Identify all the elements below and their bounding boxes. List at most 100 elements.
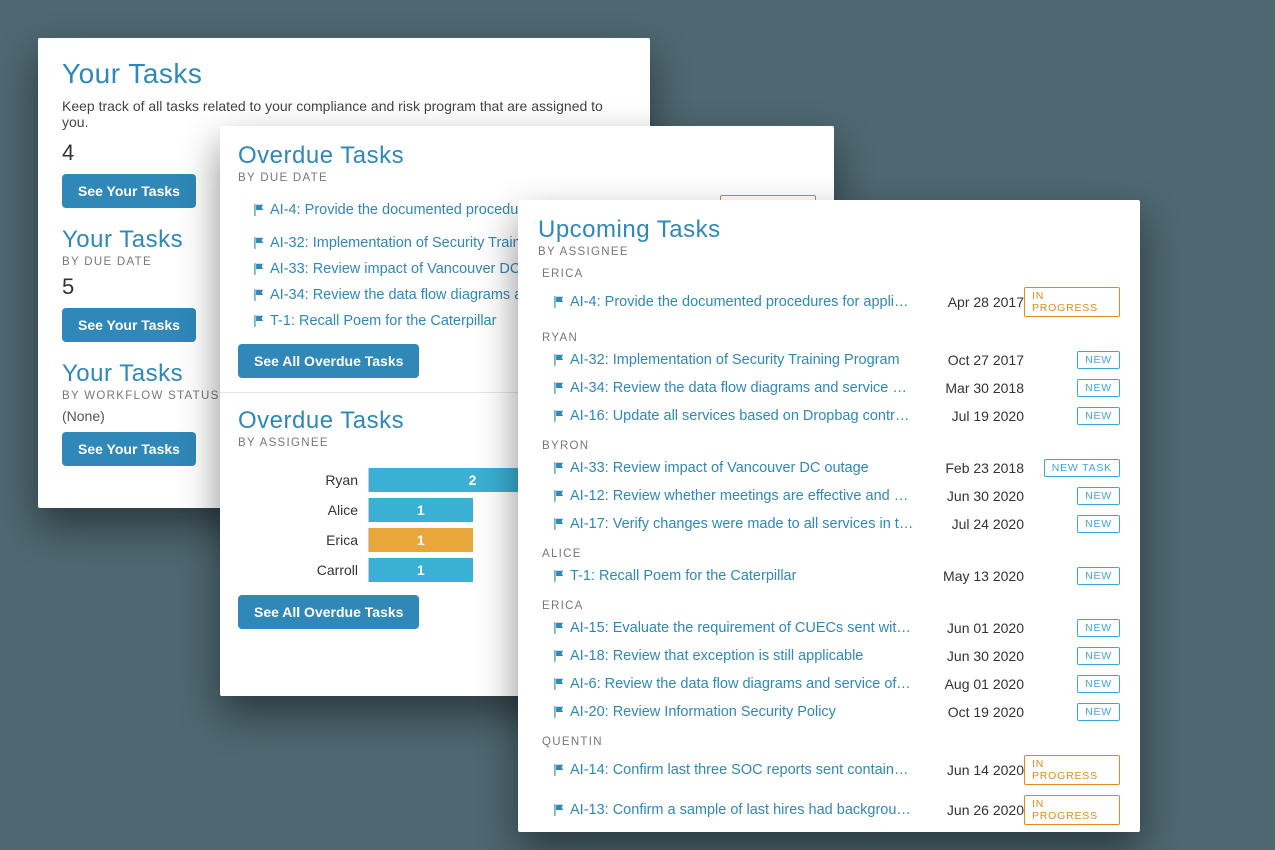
assignee-group-label: RYAN [542, 332, 1120, 344]
assignee-group-label: ALICE [542, 548, 1120, 560]
task-link[interactable]: AI-18: Review that exception is still ap… [570, 648, 914, 664]
assignee-group-label: ERICA [542, 600, 1120, 612]
task-row[interactable]: AI-11: Verify meetings are occurring bet… [548, 830, 1120, 832]
page-title: Your Tasks [62, 58, 626, 90]
status-badge: NEW [1077, 487, 1120, 505]
task-row[interactable]: AI-15: Evaluate the requirement of CUECs… [548, 614, 1120, 642]
status-badge: IN PROGRESS [1024, 755, 1120, 785]
task-date: Oct 27 2017 [914, 352, 1024, 368]
task-row[interactable]: T-1: Recall Poem for the CaterpillarMay … [548, 562, 1120, 590]
task-link[interactable]: AI-20: Review Information Security Polic… [570, 704, 914, 720]
status-badge: NEW [1077, 619, 1120, 637]
chart-category-label: Ryan [296, 472, 368, 488]
flag-icon [248, 314, 270, 328]
status-badge: NEW [1077, 703, 1120, 721]
task-date: Jul 24 2020 [914, 516, 1024, 532]
chart-category-label: Erica [296, 532, 368, 548]
status-badge: NEW [1077, 351, 1120, 369]
flag-icon [548, 677, 570, 691]
see-your-tasks-button[interactable]: See Your Tasks [62, 432, 196, 466]
task-link[interactable]: AI-6: Review the data flow diagrams and … [570, 676, 914, 692]
task-date: Jun 01 2020 [914, 620, 1024, 636]
section-title: Upcoming Tasks [538, 216, 1120, 244]
flag-icon [248, 236, 270, 250]
flag-icon [548, 295, 570, 309]
task-date: Apr 28 2017 [914, 294, 1024, 310]
task-date: Oct 19 2020 [914, 704, 1024, 720]
task-link[interactable]: AI-14: Confirm last three SOC reports se… [570, 762, 914, 778]
flag-icon [248, 262, 270, 276]
status-badge: NEW [1077, 407, 1120, 425]
task-date: Mar 30 2018 [914, 380, 1024, 396]
assignee-group-label: QUENTIN [542, 736, 1120, 748]
task-link[interactable]: T-1: Recall Poem for the Caterpillar [570, 568, 914, 584]
flag-icon [248, 288, 270, 302]
task-row[interactable]: AI-6: Review the data flow diagrams and … [548, 670, 1120, 698]
task-link[interactable]: AI-32: Implementation of Security Traini… [570, 352, 914, 368]
task-date: Jun 14 2020 [914, 762, 1024, 778]
upcoming-task-groups: ERICA AI-4: Provide the documented proced… [538, 268, 1120, 832]
status-badge: NEW TASK [1044, 459, 1120, 477]
task-row[interactable]: AI-17: Verify changes were made to all s… [548, 510, 1120, 538]
task-date: Aug 01 2020 [914, 676, 1024, 692]
flag-icon [548, 517, 570, 531]
task-row[interactable]: AI-33: Review impact of Vancouver DC out… [548, 454, 1120, 482]
chart-bar[interactable]: 1 [369, 558, 473, 582]
chart-category-label: Carroll [296, 562, 368, 578]
flag-icon [548, 381, 570, 395]
task-link[interactable]: AI-16: Update all services based on Drop… [570, 408, 914, 424]
task-date: Jul 19 2020 [914, 408, 1024, 424]
see-all-overdue-tasks-button[interactable]: See All Overdue Tasks [238, 344, 419, 378]
task-row[interactable]: AI-4: Provide the documented procedures … [548, 282, 1120, 322]
section-subtitle: BY DUE DATE [238, 172, 816, 184]
flag-icon [548, 705, 570, 719]
task-row[interactable]: AI-12: Review whether meetings are effec… [548, 482, 1120, 510]
see-your-tasks-button[interactable]: See Your Tasks [62, 308, 196, 342]
task-link[interactable]: AI-33: Review impact of Vancouver DC out… [570, 460, 914, 476]
task-row[interactable]: AI-32: Implementation of Security Traini… [548, 346, 1120, 374]
task-date: Feb 23 2018 [914, 460, 1024, 476]
flag-icon [548, 489, 570, 503]
status-badge: IN PROGRESS [1024, 287, 1120, 317]
flag-icon [548, 803, 570, 817]
chart-bar[interactable]: 1 [369, 528, 473, 552]
task-row[interactable]: AI-14: Confirm last three SOC reports se… [548, 750, 1120, 790]
status-badge: NEW [1077, 567, 1120, 585]
task-link[interactable]: AI-12: Review whether meetings are effec… [570, 488, 914, 504]
flag-icon [248, 203, 270, 217]
task-row[interactable]: AI-18: Review that exception is still ap… [548, 642, 1120, 670]
assignee-group-label: BYRON [542, 440, 1120, 452]
task-row[interactable]: AI-16: Update all services based on Drop… [548, 402, 1120, 430]
task-link[interactable]: AI-4: Provide the documented procedures … [570, 294, 914, 310]
status-badge: IN PROGRESS [1024, 795, 1120, 825]
flag-icon [548, 353, 570, 367]
flag-icon [548, 763, 570, 777]
status-badge: NEW [1077, 675, 1120, 693]
task-link[interactable]: AI-13: Confirm a sample of last hires ha… [570, 802, 914, 818]
status-badge: NEW [1077, 379, 1120, 397]
section-subtitle: BY ASSIGNEE [538, 246, 1120, 258]
task-date: Jun 30 2020 [914, 488, 1024, 504]
flag-icon [548, 409, 570, 423]
flag-icon [548, 621, 570, 635]
task-link[interactable]: AI-17: Verify changes were made to all s… [570, 516, 914, 532]
task-date: May 13 2020 [914, 568, 1024, 584]
task-link[interactable]: AI-34: Review the data flow diagrams and… [570, 380, 914, 396]
task-row[interactable]: AI-34: Review the data flow diagrams and… [548, 374, 1120, 402]
task-row[interactable]: AI-20: Review Information Security Polic… [548, 698, 1120, 726]
task-row[interactable]: AI-13: Confirm a sample of last hires ha… [548, 790, 1120, 830]
assignee-group-label: ERICA [542, 268, 1120, 280]
see-your-tasks-button[interactable]: See Your Tasks [62, 174, 196, 208]
see-all-overdue-tasks-button[interactable]: See All Overdue Tasks [238, 595, 419, 629]
flag-icon [548, 649, 570, 663]
flag-icon [548, 461, 570, 475]
task-date: Jun 26 2020 [914, 802, 1024, 818]
chart-category-label: Alice [296, 502, 368, 518]
upcoming-tasks-panel: Upcoming Tasks BY ASSIGNEE ERICA AI-4: Pr… [518, 200, 1140, 832]
status-badge: NEW [1077, 647, 1120, 665]
task-link[interactable]: AI-15: Evaluate the requirement of CUECs… [570, 620, 914, 636]
chart-bar[interactable]: 1 [369, 498, 473, 522]
section-title: Overdue Tasks [238, 142, 816, 170]
status-badge: NEW [1077, 515, 1120, 533]
flag-icon [548, 569, 570, 583]
